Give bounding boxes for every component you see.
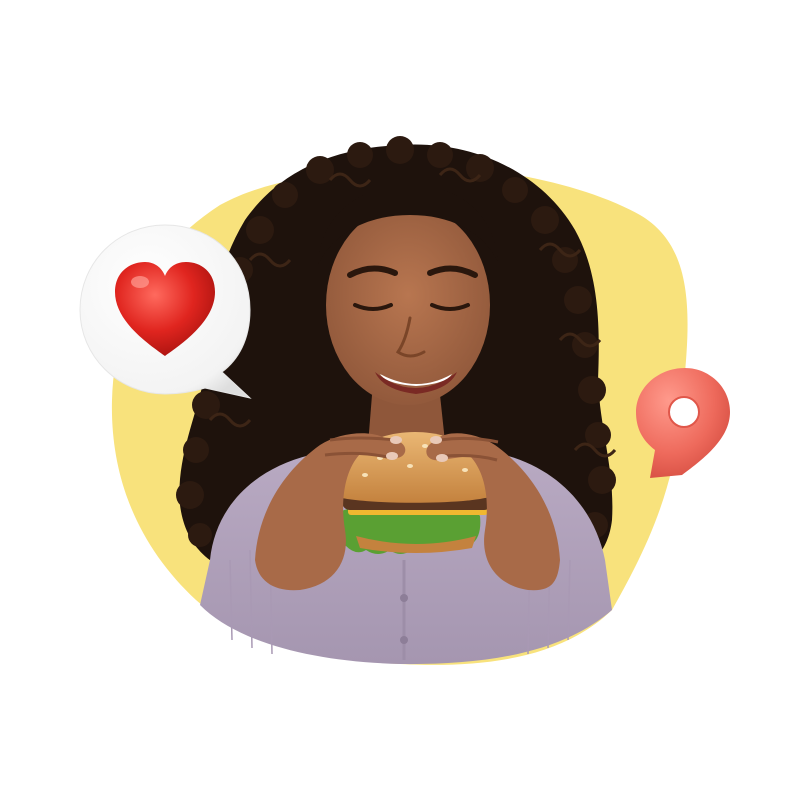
hero-illustration xyxy=(0,0,800,800)
illustration-canvas xyxy=(79,136,730,665)
